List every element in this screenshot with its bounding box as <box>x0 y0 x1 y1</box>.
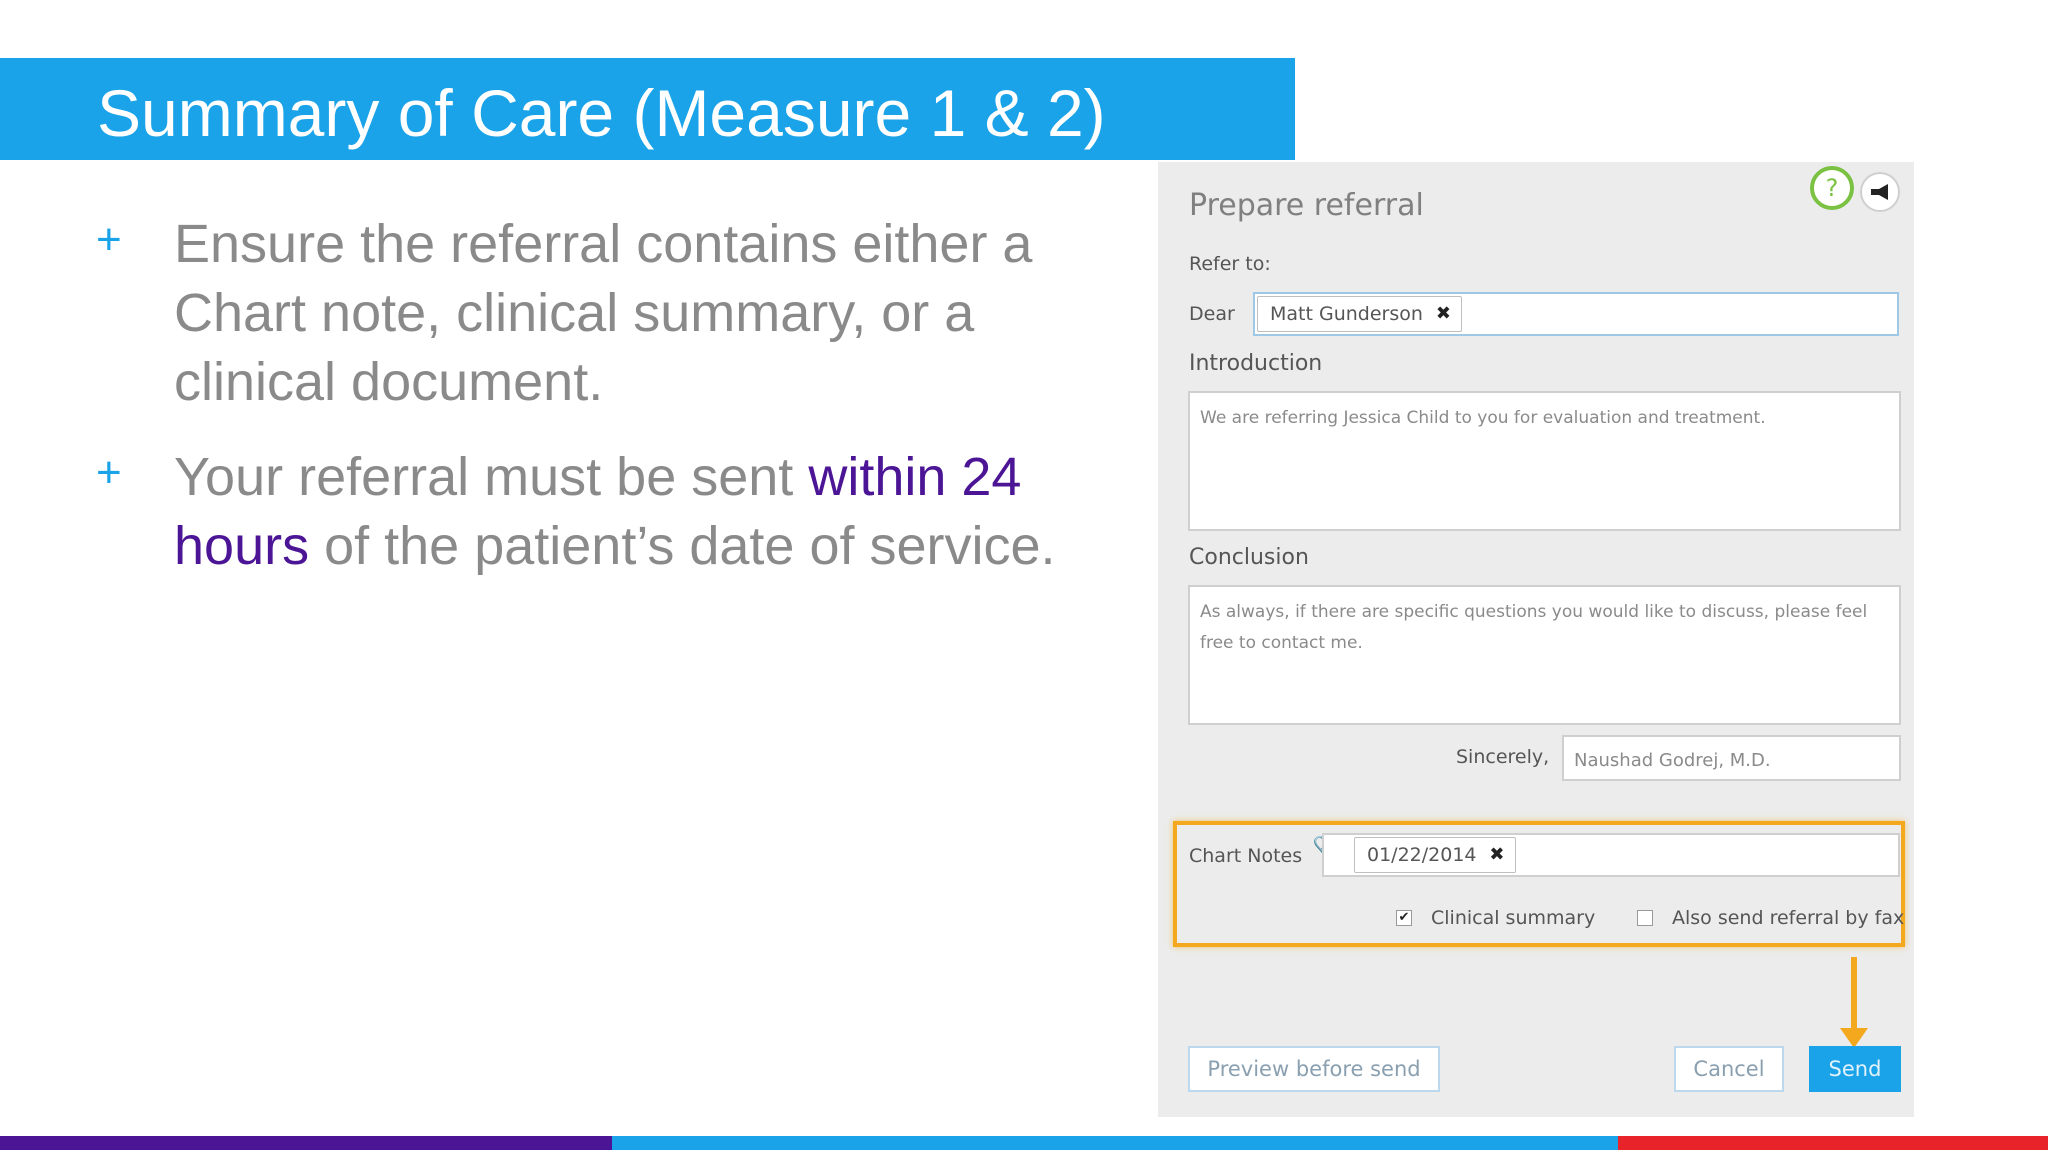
preview-before-send-button[interactable]: Preview before send <box>1188 1046 1440 1092</box>
plus-icon: + <box>96 215 122 264</box>
sincerely-value: Naushad Godrej, M.D. <box>1574 750 1771 771</box>
chart-notes-label: Chart Notes <box>1189 845 1303 867</box>
bullet-item: + Your referral must be sent within 24 h… <box>96 443 1096 581</box>
bullet-text: Ensure the referral contains either a Ch… <box>174 214 1033 412</box>
bottom-bar-purple <box>0 1136 612 1150</box>
bullet-list: + Ensure the referral contains either a … <box>96 210 1096 607</box>
prepare-referral-dialog: Prepare referral ? Refer to: Dear Matt G… <box>1158 162 1914 1117</box>
plus-icon: + <box>96 448 122 497</box>
arrow-icon <box>1851 957 1857 1035</box>
chart-notes-input[interactable]: 01/22/2014 ✖ <box>1322 833 1900 877</box>
conclusion-textarea[interactable]: As always, if there are specific questio… <box>1188 585 1901 725</box>
sincerely-input[interactable]: Naushad Godrej, M.D. <box>1562 735 1901 781</box>
title-bar: Summary of Care (Measure 1 & 2) <box>0 58 1295 160</box>
remove-icon[interactable]: ✖ <box>1436 297 1451 331</box>
clinical-summary-label: Clinical summary <box>1431 907 1596 929</box>
fax-checkbox[interactable] <box>1637 910 1653 926</box>
clinical-summary-checkbox[interactable]: ✔ <box>1396 910 1412 926</box>
refer-to-label: Refer to: <box>1189 253 1271 275</box>
conclusion-label: Conclusion <box>1189 545 1309 570</box>
megaphone-icon[interactable] <box>1860 172 1900 212</box>
introduction-textarea[interactable]: We are referring Jessica Child to you fo… <box>1188 391 1901 531</box>
chart-note-date: 01/22/2014 <box>1367 844 1477 866</box>
chart-note-chip: 01/22/2014 ✖ <box>1354 837 1516 873</box>
sincerely-label: Sincerely, <box>1456 746 1550 768</box>
bullet-text-pre: Your referral must be sent <box>174 447 809 507</box>
conclusion-text: As always, if there are specific questio… <box>1200 602 1868 653</box>
slide-title: Summary of Care (Measure 1 & 2) <box>97 76 1106 150</box>
bullet-item: + Ensure the referral contains either a … <box>96 210 1096 417</box>
dialog-title: Prepare referral <box>1189 188 1424 223</box>
bullet-text-post: of the patient’s date of service. <box>309 516 1056 576</box>
recipient-name: Matt Gunderson <box>1270 303 1423 325</box>
cancel-button[interactable]: Cancel <box>1674 1046 1784 1092</box>
remove-icon[interactable]: ✖ <box>1489 838 1504 872</box>
recipient-chip: Matt Gunderson ✖ <box>1257 296 1462 332</box>
arrow-head-icon <box>1840 1028 1868 1048</box>
bullet-text: Your referral must be sent within 24 hou… <box>174 443 1094 581</box>
send-button[interactable]: Send <box>1809 1046 1901 1092</box>
introduction-text: We are referring Jessica Child to you fo… <box>1200 408 1766 428</box>
bottom-bar-red <box>1618 1136 2048 1150</box>
dear-label: Dear <box>1189 303 1235 325</box>
introduction-label: Introduction <box>1189 351 1323 376</box>
fax-label: Also send referral by fax <box>1672 907 1905 929</box>
recipient-input[interactable]: Matt Gunderson ✖ <box>1253 292 1899 336</box>
help-icon[interactable]: ? <box>1810 166 1854 210</box>
bottom-bar-blue <box>612 1136 1618 1150</box>
